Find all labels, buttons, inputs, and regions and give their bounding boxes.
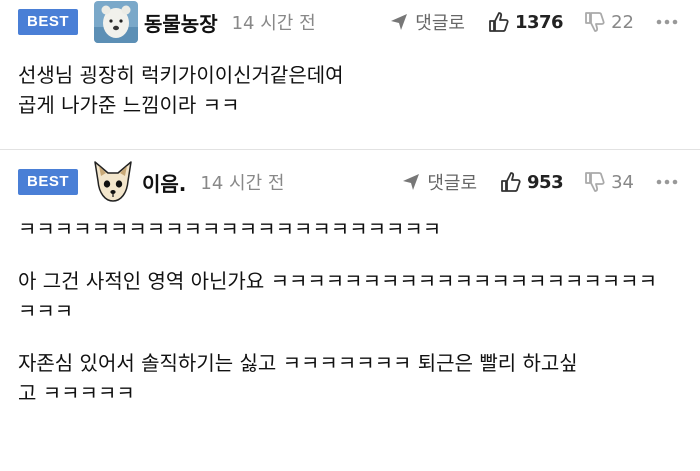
reply-button[interactable]: 댓글로	[427, 169, 477, 195]
user-nickname[interactable]: 동물농장	[144, 8, 218, 37]
comment-actions: 댓글로 1376 22	[389, 0, 678, 44]
comment-line: 선생님 굉장히 럭키가이이신거같은데여	[18, 63, 344, 87]
reply-arrow-icon[interactable]	[389, 12, 409, 32]
comment-time: 14 시간 전	[231, 13, 316, 34]
comment-paragraph: 자존심 있어서 솔직하기는 싫고 ㅋㅋㅋㅋㅋㅋㅋ 퇴근은 빨리 하고싶 고 ㅋㅋ…	[18, 351, 578, 405]
comment-line: 곱게 나가준 느낌이라 ㅋㅋ	[18, 93, 240, 117]
comment-item: BEST 이음. 14 시간 전 댓글로 953 34 ㅋㅋㅋㅋㅋㅋㅋㅋㅋㅋㅋㅋ…	[0, 150, 700, 470]
downvote-count: 34	[611, 171, 634, 193]
thumbs-down-icon[interactable]	[583, 171, 605, 193]
downvote-count: 22	[611, 11, 634, 33]
comment-item: BEST 동물농장 14 시간 전 댓글로 1376 22 선생님 굉장히 럭키…	[0, 0, 700, 150]
reply-arrow-icon[interactable]	[401, 172, 421, 192]
more-dots-icon[interactable]	[656, 178, 678, 186]
upvote-count: 1376	[514, 11, 564, 33]
thumbs-up-icon[interactable]	[499, 171, 521, 193]
comment-body: 선생님 굉장히 럭키가이이신거같은데여 곱게 나가준 느낌이라 ㅋㅋ	[0, 60, 700, 120]
comment-paragraph: ㅋㅋㅋㅋㅋㅋㅋㅋㅋㅋㅋㅋㅋㅋㅋㅋㅋㅋㅋㅋㅋㅋㅋ	[18, 217, 442, 241]
comment-header: BEST 동물농장 14 시간 전 댓글로 1376 22	[0, 0, 700, 44]
comment-actions: 댓글로 953 34	[401, 150, 678, 214]
best-badge: BEST	[18, 169, 78, 195]
upvote-count: 953	[527, 171, 564, 193]
thumbs-up-icon[interactable]	[487, 11, 509, 33]
thumbs-down-icon[interactable]	[583, 11, 605, 33]
reply-button[interactable]: 댓글로	[415, 9, 465, 35]
comment-paragraph: 아 그건 사적인 영역 아닌가요 ㅋㅋㅋㅋㅋㅋㅋㅋㅋㅋㅋㅋㅋㅋㅋㅋㅋㅋㅋㅋㅋ ㅋ…	[18, 269, 657, 323]
user-nickname[interactable]: 이음.	[142, 168, 186, 197]
best-badge: BEST	[18, 9, 78, 35]
comment-body: ㅋㅋㅋㅋㅋㅋㅋㅋㅋㅋㅋㅋㅋㅋㅋㅋㅋㅋㅋㅋㅋㅋㅋ 아 그건 사적인 영역 아닌가요…	[0, 214, 700, 408]
more-dots-icon[interactable]	[656, 18, 678, 26]
comment-header: BEST 이음. 14 시간 전 댓글로 953 34	[0, 150, 700, 214]
comment-time: 14 시간 전	[200, 173, 285, 194]
user-avatar[interactable]	[94, 1, 138, 43]
user-avatar[interactable]	[90, 159, 136, 205]
